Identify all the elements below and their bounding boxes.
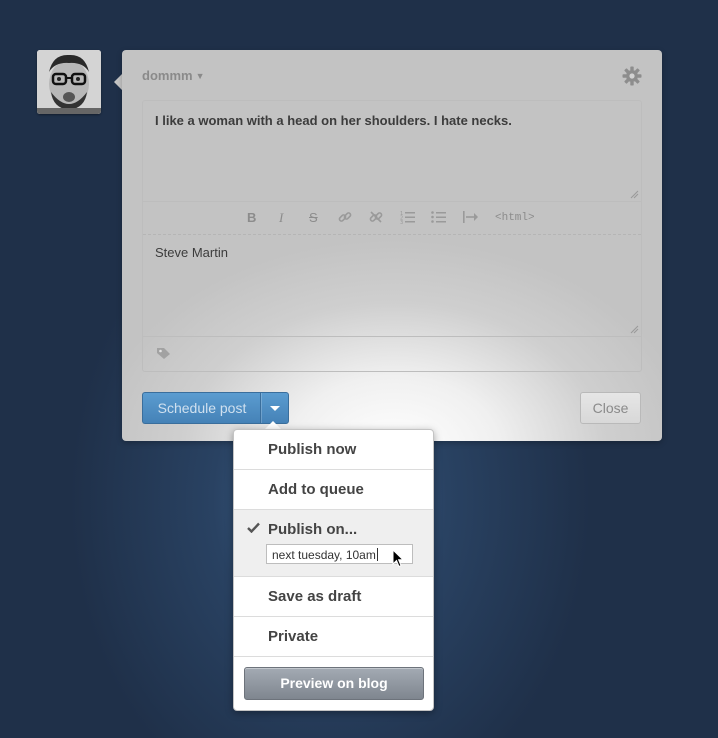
menu-item-save-as-draft[interactable]: Save as draft bbox=[234, 577, 433, 617]
resize-handle-icon[interactable] bbox=[630, 325, 639, 334]
link-icon[interactable] bbox=[338, 210, 352, 226]
card-pointer bbox=[114, 74, 122, 90]
schedule-post-button[interactable]: Schedule post bbox=[142, 392, 261, 424]
unlink-icon[interactable] bbox=[369, 210, 383, 226]
publish-options-toggle[interactable] bbox=[260, 392, 289, 424]
tag-icon bbox=[157, 348, 170, 359]
menu-item-label: Private bbox=[268, 628, 319, 645]
title-field[interactable]: I like a woman with a head on her should… bbox=[143, 101, 641, 202]
formatting-toolbar: B I S 123 <html> bbox=[143, 202, 641, 235]
menu-item-add-to-queue[interactable]: Add to queue bbox=[234, 470, 433, 510]
close-button[interactable]: Close bbox=[580, 392, 641, 424]
chevron-down-icon bbox=[270, 406, 280, 411]
menu-item-publish-now[interactable]: Publish now bbox=[234, 430, 433, 470]
bullet-list-icon[interactable] bbox=[431, 210, 447, 226]
strikethrough-button[interactable]: S bbox=[309, 210, 318, 226]
menu-item-label: Publish on... bbox=[268, 521, 358, 538]
post-editor: I like a woman with a head on her should… bbox=[142, 100, 642, 372]
numbered-list-icon[interactable]: 123 bbox=[400, 210, 416, 226]
menu-item-label: Publish now bbox=[268, 441, 357, 458]
blog-name: dommm bbox=[142, 68, 193, 83]
bold-button[interactable]: B bbox=[247, 210, 256, 226]
menu-item-label: Add to queue bbox=[268, 481, 364, 498]
chevron-down-icon: ▼ bbox=[195, 71, 205, 81]
tags-field[interactable] bbox=[143, 337, 641, 371]
read-more-icon[interactable] bbox=[463, 210, 479, 226]
menu-item-label: Save as draft bbox=[268, 588, 362, 605]
publish-options-menu: Publish now Add to queue Publish on... n… bbox=[233, 429, 434, 711]
body-field[interactable]: Steve Martin bbox=[143, 235, 641, 337]
post-title: I like a woman with a head on her should… bbox=[155, 113, 512, 128]
publish-date-input[interactable]: next tuesday, 10am bbox=[266, 544, 413, 564]
menu-pointer bbox=[265, 421, 281, 429]
resize-handle-icon[interactable] bbox=[630, 190, 639, 199]
mouse-pointer-icon bbox=[392, 549, 404, 568]
checkmark-icon bbox=[247, 522, 260, 533]
post-body: Steve Martin bbox=[155, 245, 228, 260]
blog-selector[interactable]: dommm ▼ bbox=[142, 68, 204, 83]
preview-on-blog-button[interactable]: Preview on blog bbox=[244, 667, 424, 700]
menu-item-private[interactable]: Private bbox=[234, 617, 433, 657]
text-caret bbox=[376, 548, 378, 561]
svg-text:3: 3 bbox=[400, 220, 403, 224]
avatar[interactable] bbox=[37, 50, 101, 114]
html-toggle-button[interactable]: <html> bbox=[495, 210, 535, 226]
italic-button[interactable]: I bbox=[279, 210, 283, 226]
post-form: dommm ▼ I like a woman with a head on her… bbox=[122, 50, 662, 441]
gear-icon[interactable] bbox=[622, 66, 642, 86]
publish-date-value: next tuesday, 10am bbox=[272, 548, 376, 562]
